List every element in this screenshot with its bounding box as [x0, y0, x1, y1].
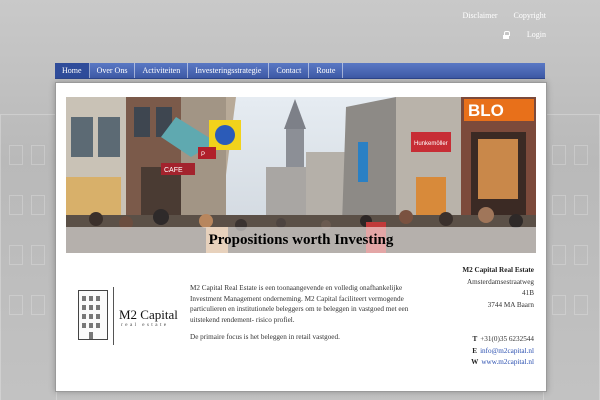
- contact-phone: +31(0)35 6232544: [480, 335, 534, 343]
- contact-email-link[interactable]: info@m2capital.nl: [480, 347, 534, 355]
- background-building-left: [0, 114, 57, 400]
- contact-web-link[interactable]: www.m2capital.nl: [481, 358, 534, 366]
- company-logo[interactable]: M2 Capital real estate: [78, 287, 188, 347]
- logo-subtitle: real estate: [121, 322, 169, 328]
- building-icon: [78, 290, 108, 340]
- contact-street: Amsterdamsestraatweg: [466, 277, 534, 286]
- login-link[interactable]: Login: [527, 30, 546, 39]
- contact-number: 41B: [522, 289, 534, 297]
- hero-image: P CAFE Hunkemöller BLO Propositions wort…: [66, 97, 536, 253]
- nav-item-contact[interactable]: Contact: [269, 63, 310, 78]
- nav-item-home[interactable]: Home: [55, 63, 90, 78]
- nav-item-investeringsstrategie[interactable]: Investeringsstrategie: [188, 63, 270, 78]
- parking-sign: P: [201, 152, 205, 158]
- background-building-right: [543, 114, 600, 400]
- contact-block: M2 Capital Real Estate Amsterdamsestraat…: [424, 265, 534, 369]
- logo-divider: [113, 287, 114, 345]
- nav-item-over-ons[interactable]: Over Ons: [90, 63, 136, 78]
- hunkemoller-sign: Hunkemöller: [414, 141, 448, 147]
- contact-company: M2 Capital Real Estate: [462, 266, 534, 274]
- logo-name: M2 Capital: [119, 307, 178, 322]
- disclaimer-link[interactable]: Disclaimer: [462, 11, 497, 20]
- copyright-link[interactable]: Copyright: [514, 11, 546, 20]
- contact-web-row: Wwww.m2capital.nl: [471, 358, 534, 366]
- hero-tagline: Propositions worth Investing: [66, 227, 536, 253]
- description-paragraph-2: De primaire focus is het beleggen in ret…: [190, 332, 340, 341]
- lock-icon: [502, 30, 510, 39]
- main-nav: Home Over Ons Activiteiten Investeringss…: [55, 63, 545, 79]
- company-description: M2 Capital Real Estate is een toonaangev…: [190, 283, 428, 349]
- description-paragraph-1: M2 Capital Real Estate is een toonaangev…: [190, 284, 409, 325]
- cafe-sign: CAFE: [164, 167, 183, 174]
- contact-phone-row: T +31(0)35 6232544: [472, 335, 534, 343]
- content-panel: P CAFE Hunkemöller BLO Propositions wort…: [55, 82, 547, 392]
- top-links: Disclaimer Copyright: [448, 11, 546, 20]
- login-area: Login: [502, 30, 546, 39]
- contact-email-row: Einfo@m2capital.nl: [472, 346, 534, 355]
- nav-item-route[interactable]: Route: [309, 63, 344, 78]
- bl-sign: BLO: [468, 101, 504, 120]
- nav-item-activiteiten[interactable]: Activiteiten: [135, 63, 189, 78]
- contact-city: 3744 MA Baarn: [487, 300, 534, 309]
